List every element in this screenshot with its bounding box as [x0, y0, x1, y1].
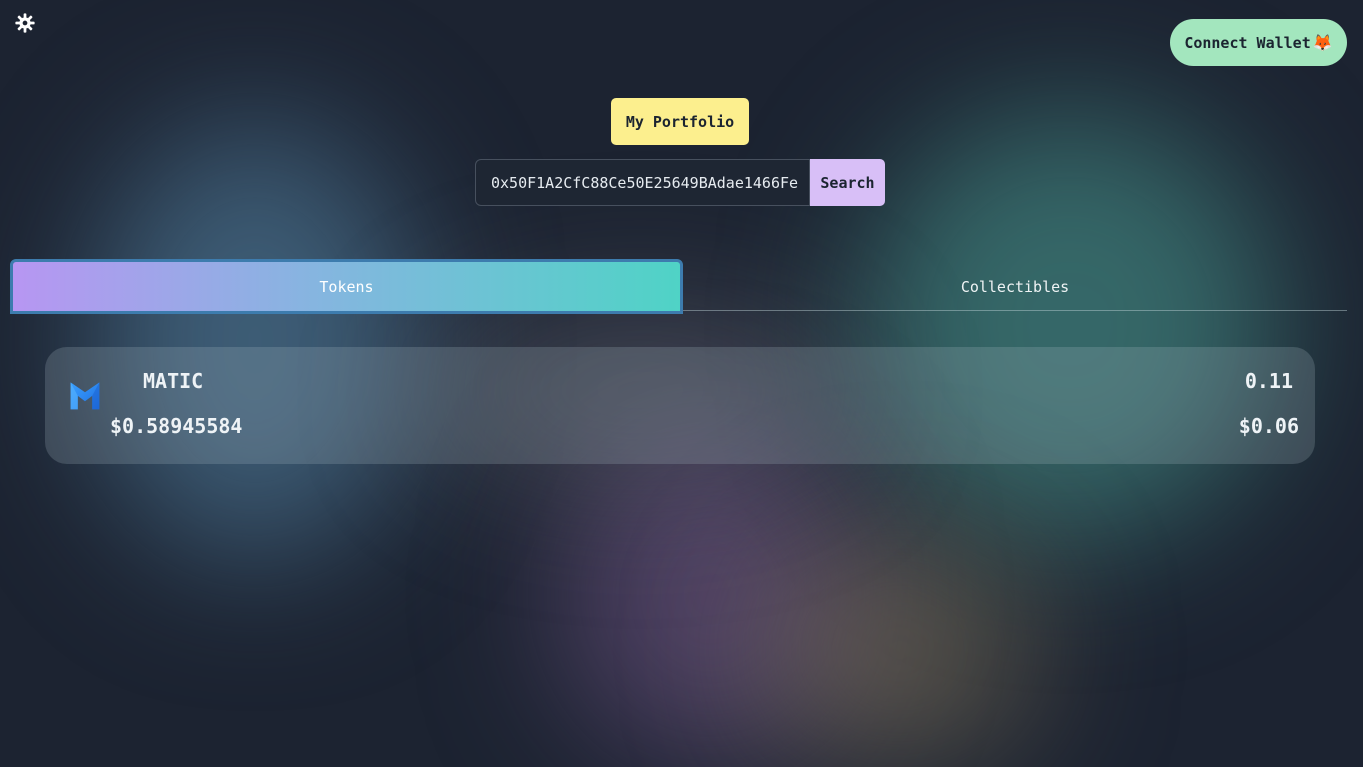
token-card-matic[interactable]: MATIC $0.58945584 0.11 $0.06: [45, 347, 1315, 464]
token-amount: 0.11: [1244, 369, 1293, 393]
asset-tabs: Tokens Collectibles: [10, 259, 1347, 314]
token-symbol: MATIC: [143, 369, 204, 393]
address-search-input[interactable]: [475, 159, 810, 206]
connect-wallet-button[interactable]: Connect Wallet 🦊: [1170, 19, 1347, 66]
matic-icon: [67, 377, 103, 413]
tab-collectibles[interactable]: Collectibles: [683, 259, 1347, 314]
search-button[interactable]: Search: [810, 159, 885, 206]
my-portfolio-button[interactable]: My Portfolio: [611, 98, 749, 145]
gear-icon[interactable]: [14, 12, 36, 34]
token-price: $0.58945584: [110, 414, 243, 438]
token-value: $0.06: [1238, 414, 1299, 438]
fox-icon: 🦊: [1312, 33, 1333, 52]
connect-wallet-label: Connect Wallet: [1184, 33, 1311, 52]
tab-tokens[interactable]: Tokens: [10, 259, 683, 314]
